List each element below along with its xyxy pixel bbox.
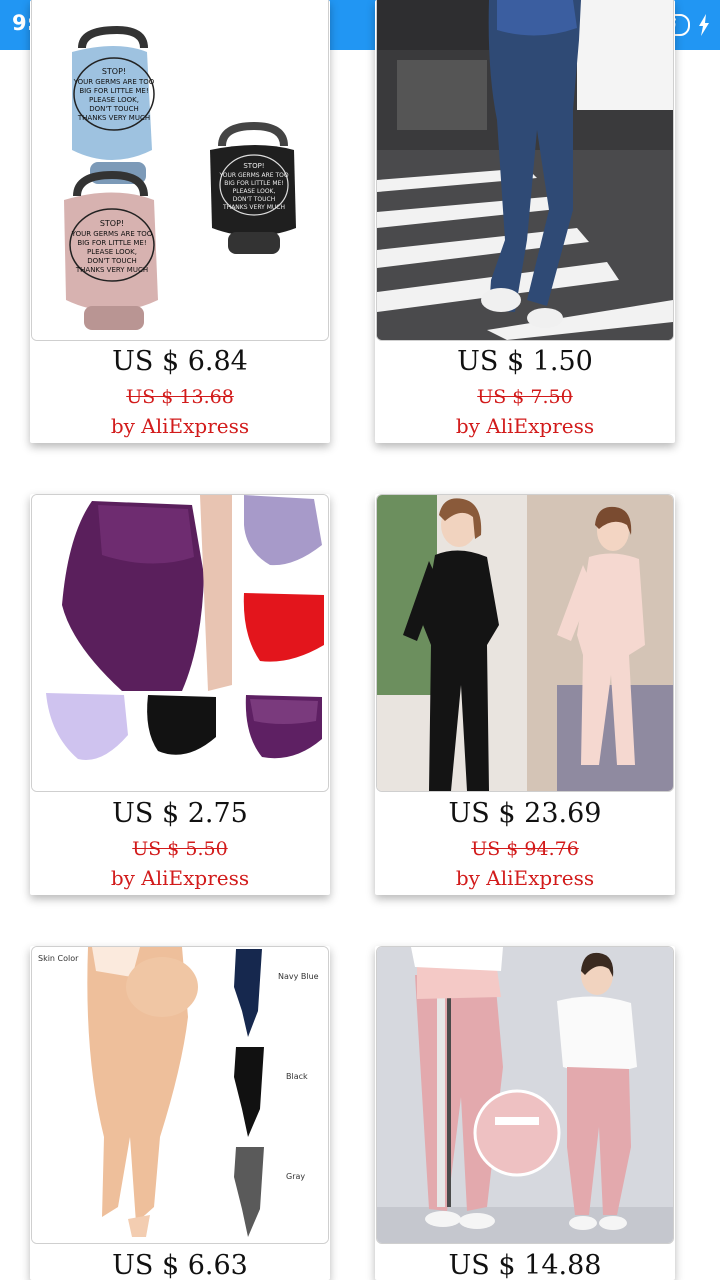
product-seller: by AliExpress (455, 866, 595, 890)
image-caption: DON'T TOUCH (87, 257, 137, 265)
product-original-price: US $ 94.76 (471, 838, 579, 860)
product-image[interactable] (376, 0, 674, 341)
image-caption: DON'T TOUCH (89, 105, 139, 113)
image-caption: Navy Blue (278, 972, 319, 981)
image-caption: BIG FOR LITTLE ME! (79, 87, 148, 95)
image-caption: Gray (286, 1172, 305, 1181)
image-caption: DON'T TOUCH (233, 196, 276, 203)
product-card[interactable]: STOP! YOUR GERMS ARE TOO BIG FOR LITTLE … (30, 0, 330, 443)
product-price: US $ 6.84 (112, 346, 248, 377)
image-caption: THANKS VERY MUCH (222, 204, 285, 211)
product-card[interactable]: US $ 23.69 US $ 94.76 by AliExpress (375, 494, 675, 895)
product-card[interactable]: US $ 1.50 US $ 7.50 by AliExpress (375, 0, 675, 443)
image-caption: PLEASE LOOK, (233, 188, 276, 195)
product-price: US $ 6.63 (112, 1250, 248, 1280)
product-price: US $ 1.50 (457, 346, 593, 377)
product-image[interactable] (376, 494, 674, 792)
charging-icon (699, 14, 709, 36)
image-caption: THANKS VERY MUCH (75, 266, 148, 274)
product-card[interactable]: US $ 14.88 (375, 946, 675, 1280)
product-image[interactable]: STOP! YOUR GERMS ARE TOO BIG FOR LITTLE … (31, 0, 329, 341)
product-card[interactable]: Skin Color Navy Blue Black Gray US $ 6.6… (30, 946, 330, 1280)
product-card[interactable]: US $ 2.75 US $ 5.50 by AliExpress (30, 494, 330, 895)
product-price: US $ 2.75 (112, 798, 248, 829)
image-caption: YOUR GERMS ARE TOO (218, 172, 288, 179)
product-image[interactable] (376, 946, 674, 1244)
image-caption: STOP! (100, 219, 124, 228)
product-original-price: US $ 13.68 (126, 386, 234, 408)
image-caption: PLEASE LOOK, (87, 248, 137, 256)
underwear-image (32, 495, 328, 791)
maternity-joggers-image (377, 947, 673, 1243)
pajama-set-image (377, 495, 673, 791)
product-seller: by AliExpress (110, 866, 250, 890)
product-image[interactable] (31, 494, 329, 792)
image-caption: STOP! (243, 162, 264, 170)
product-price: US $ 23.69 (448, 798, 602, 829)
image-caption: YOUR GERMS ARE TOO (73, 78, 155, 86)
image-caption: BIG FOR LITTLE ME! (224, 180, 283, 187)
product-seller: by AliExpress (455, 414, 595, 438)
image-caption: Skin Color (38, 954, 79, 963)
product-image[interactable]: Skin Color Navy Blue Black Gray (31, 946, 329, 1244)
image-caption: Black (286, 1072, 308, 1081)
image-caption: YOUR GERMS ARE TOO (71, 230, 153, 238)
nursing-cover-image: STOP! YOUR GERMS ARE TOO BIG FOR LITTLE … (32, 0, 328, 340)
product-original-price: US $ 5.50 (132, 838, 228, 860)
product-seller: by AliExpress (110, 414, 250, 438)
image-caption: STOP! (102, 67, 126, 76)
product-price: US $ 14.88 (448, 1250, 602, 1280)
maternity-jeans-image (377, 0, 673, 340)
image-caption: THANKS VERY MUCH (77, 114, 150, 122)
product-original-price: US $ 7.50 (477, 386, 573, 408)
maternity-tights-image: Skin Color Navy Blue Black Gray (32, 947, 328, 1243)
image-caption: PLEASE LOOK, (89, 96, 139, 104)
image-caption: BIG FOR LITTLE ME! (77, 239, 146, 247)
